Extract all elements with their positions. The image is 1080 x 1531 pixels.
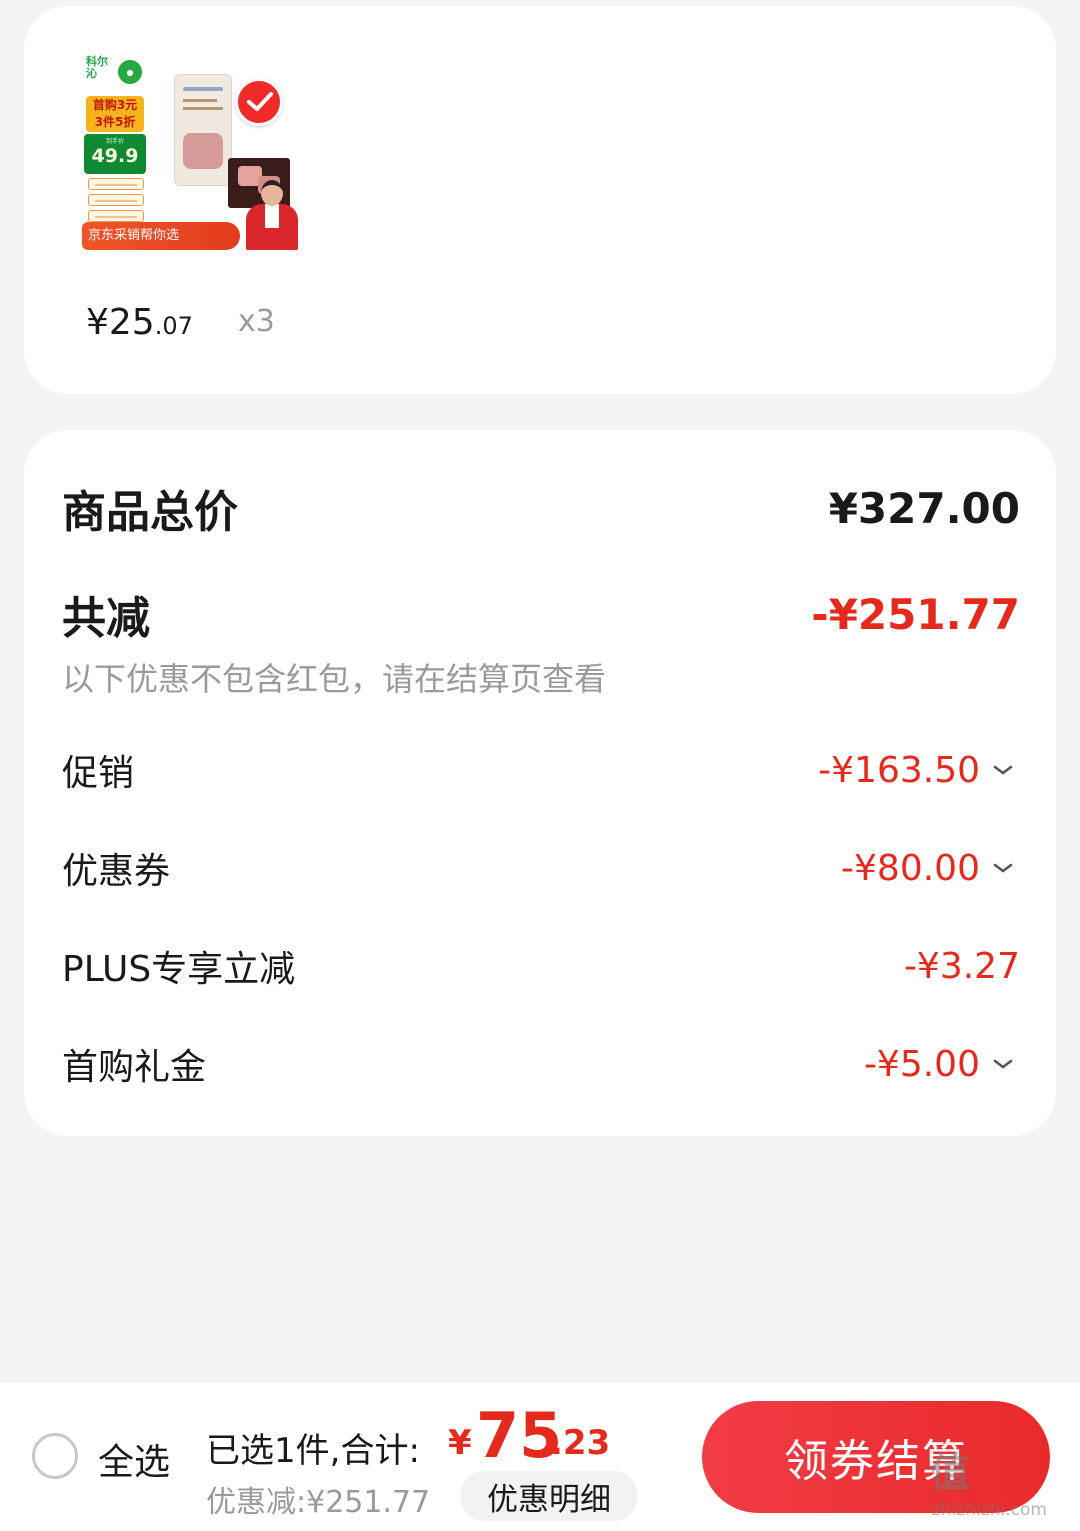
discount-total-label: 共减 <box>62 593 150 644</box>
product-thumbnail[interactable]: 科尔沁 ● 首购3元 3件5折 到手价 49.9 京东采销帮你选 <box>82 56 306 260</box>
image-price-tag: 到手价 49.9 <box>84 134 146 174</box>
total-price-label: 商品总价 <box>62 487 238 538</box>
image-price-caption: 到手价 <box>105 138 124 145</box>
promo-tag: 首购3元 3件5折 <box>86 96 144 132</box>
discount-total-row: 共减 -¥251.77 <box>62 586 1020 645</box>
total-price-row: 商品总价 ¥327.00 <box>62 480 1020 539</box>
product-card: 科尔沁 ● 首购3元 3件5折 到手价 49.9 京东采销帮你选 ¥25.07 … <box>24 6 1056 394</box>
select-all-radio[interactable] <box>32 1433 78 1479</box>
saved-amount-text: 优惠减:¥251.77 <box>206 1485 431 1520</box>
discount-item-value: -¥80.00 <box>841 847 980 889</box>
product-price: ¥25.07 <box>86 302 193 346</box>
image-price-value: 49.9 <box>91 145 139 167</box>
grand-total-decimal: .23 <box>550 1423 611 1463</box>
discount-item-label: 促销 <box>62 753 135 794</box>
discount-item-first-purchase[interactable]: 首购礼金 -¥5.00 <box>62 1036 1020 1092</box>
promo-line-1: 首购3元 <box>92 98 138 112</box>
selected-check-icon[interactable] <box>235 78 283 126</box>
discount-item-value: -¥163.50 <box>818 749 980 791</box>
promo-line-2: 3件5折 <box>94 115 136 129</box>
discount-item-value: -¥3.27 <box>903 945 1020 987</box>
discount-item-plus: PLUS专享立减 -¥3.27 <box>62 938 1020 994</box>
discount-detail-button[interactable]: 优惠明细 <box>460 1471 638 1521</box>
discount-item-coupon[interactable]: 优惠券 -¥80.00 <box>62 840 1020 896</box>
feature-tag <box>88 210 144 222</box>
discount-item-label: 优惠券 <box>62 851 171 892</box>
grand-total-currency: ¥ <box>448 1423 472 1463</box>
checkout-bar: 全选 已选1件,合计: ¥ 75 .23 优惠减:¥251.77 优惠明细 领券… <box>0 1383 1080 1531</box>
product-price-integer: ¥25 <box>86 302 155 343</box>
chevron-down-icon[interactable] <box>992 763 1014 777</box>
discount-item-value: -¥5.00 <box>863 1043 980 1085</box>
chevron-down-icon[interactable] <box>992 1057 1014 1071</box>
discount-item-label: PLUS专享立减 <box>62 949 296 990</box>
promo-banner: 京东采销帮你选 <box>82 222 240 250</box>
spokesperson-image <box>242 180 300 252</box>
brand-logo: 科尔沁 <box>86 55 108 80</box>
product-package-image <box>174 74 232 186</box>
discount-total-value: -¥251.77 <box>811 589 1020 639</box>
product-price-decimal: .07 <box>154 312 193 340</box>
discount-note: 以下优惠不包含红包，请在结算页查看 <box>62 660 607 698</box>
discount-item-label: 首购礼金 <box>62 1047 207 1088</box>
select-all-label[interactable]: 全选 <box>98 1433 170 1485</box>
checkout-button[interactable]: 领券结算 <box>702 1401 1050 1513</box>
discount-item-promotion[interactable]: 促销 -¥163.50 <box>62 742 1020 798</box>
product-quantity[interactable]: x3 <box>238 304 275 339</box>
selected-count-text: 已选1件,合计: <box>206 1431 420 1471</box>
price-summary-card: 商品总价 ¥327.00 共减 -¥251.77 以下优惠不包含红包，请在结算页… <box>24 430 1056 1136</box>
total-price-value: ¥327.00 <box>828 483 1020 533</box>
feature-tag <box>88 194 144 206</box>
cart-page: 科尔沁 ● 首购3元 3件5折 到手价 49.9 京东采销帮你选 ¥25.07 … <box>0 0 1080 1531</box>
green-badge-icon: ● <box>118 60 142 84</box>
feature-tag <box>88 178 144 190</box>
chevron-down-icon[interactable] <box>992 861 1014 875</box>
